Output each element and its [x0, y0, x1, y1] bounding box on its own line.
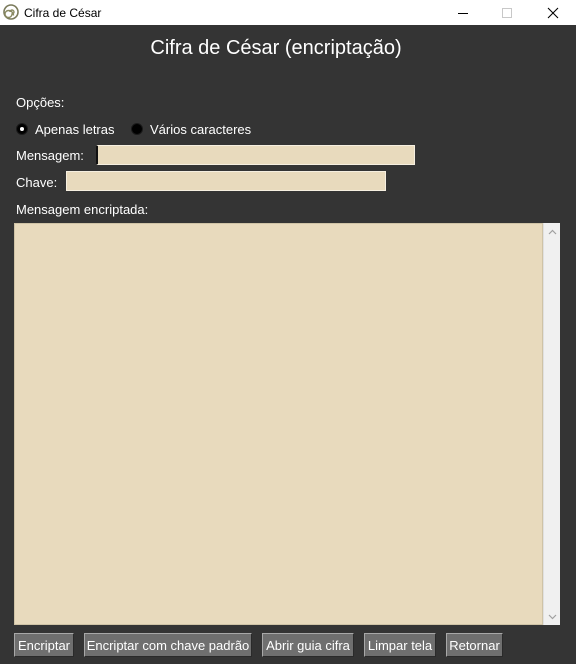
- window-title: Cifra de César: [24, 6, 102, 20]
- radio-unchecked-icon: [131, 123, 143, 135]
- vertical-scrollbar[interactable]: [543, 223, 560, 625]
- radio-letters-only[interactable]: Apenas letras: [16, 121, 115, 137]
- window-title-bar: Cifra de César: [0, 0, 576, 25]
- spiral-icon: [3, 4, 19, 20]
- radio-checked-icon: [16, 123, 28, 135]
- key-input[interactable]: [66, 171, 386, 191]
- scroll-down-icon[interactable]: [544, 608, 560, 625]
- open-cipher-guide-button[interactable]: Abrir guia cifra: [262, 633, 354, 657]
- encrypt-button[interactable]: Encriptar: [14, 633, 74, 657]
- minimize-icon: [458, 8, 468, 18]
- encrypted-message-textarea[interactable]: [14, 223, 543, 625]
- close-button[interactable]: [530, 0, 576, 25]
- options-label: Opções:: [16, 95, 65, 110]
- message-label: Mensagem:: [16, 148, 84, 163]
- encrypt-default-key-button[interactable]: Encriptar com chave padrão: [84, 633, 252, 657]
- page-title: Cifra de César (encriptação): [150, 37, 402, 59]
- return-button[interactable]: Retornar: [446, 633, 503, 657]
- radio-multiple-characters[interactable]: Vários caracteres: [131, 121, 251, 137]
- encrypted-message-label: Mensagem encriptada:: [16, 202, 149, 217]
- scroll-up-icon[interactable]: [544, 223, 560, 240]
- clear-screen-button[interactable]: Limpar tela: [364, 633, 436, 657]
- minimize-button[interactable]: [440, 0, 486, 25]
- close-icon: [547, 7, 559, 19]
- maximize-icon: [502, 7, 512, 18]
- key-label: Chave:: [16, 175, 58, 190]
- radio-letters-only-label: Apenas letras: [35, 121, 115, 137]
- maximize-button[interactable]: [484, 0, 530, 25]
- radio-multiple-characters-label: Vários caracteres: [150, 121, 252, 137]
- message-input[interactable]: [96, 145, 415, 165]
